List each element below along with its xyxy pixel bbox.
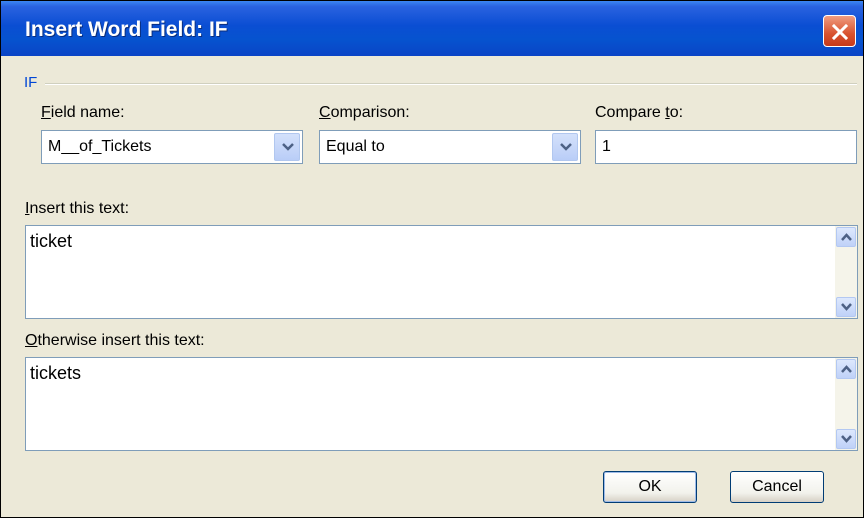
otherwise-text-label: Otherwise insert this text:	[25, 332, 205, 349]
insert-word-field-dialog: Insert Word Field: IF IF Field name: M__…	[0, 0, 864, 518]
otherwise-text-area[interactable]: tickets	[25, 357, 858, 451]
arrow-up-icon	[841, 233, 852, 241]
field-name-value: M__of_Tickets	[48, 138, 152, 155]
insert-text-scroll-down-button[interactable]	[836, 297, 856, 317]
compare-to-label: Compare to:	[595, 104, 684, 121]
insert-text-area[interactable]: ticket	[25, 225, 858, 319]
comparison-combo[interactable]: Equal to	[319, 130, 581, 164]
compare-to-value: 1	[602, 138, 611, 155]
title-bar[interactable]: Insert Word Field: IF	[1, 1, 863, 56]
arrow-down-icon	[841, 435, 852, 443]
insert-text-scrollbar[interactable]	[835, 226, 857, 318]
close-icon	[831, 23, 849, 41]
insert-text-label: Insert this text:	[25, 200, 130, 217]
otherwise-text-scroll-up-button[interactable]	[836, 359, 856, 379]
ok-button[interactable]: OK	[603, 471, 697, 503]
arrow-up-icon	[841, 365, 852, 373]
chevron-down-icon	[282, 143, 294, 151]
comparison-label: Comparison:	[319, 104, 410, 121]
otherwise-text-scrollbar[interactable]	[835, 358, 857, 450]
otherwise-text-value: tickets	[30, 363, 82, 383]
group-divider	[45, 83, 857, 85]
comparison-value: Equal to	[326, 138, 385, 155]
comparison-dropdown-button[interactable]	[552, 133, 578, 161]
group-label-if: IF	[24, 74, 38, 91]
field-name-combo[interactable]: M__of_Tickets	[41, 130, 303, 164]
close-button[interactable]	[823, 15, 856, 47]
chevron-down-icon	[560, 143, 572, 151]
cancel-button[interactable]: Cancel	[730, 471, 824, 503]
dialog-title: Insert Word Field: IF	[25, 18, 228, 41]
otherwise-text-scroll-down-button[interactable]	[836, 429, 856, 449]
insert-text-value: ticket	[30, 231, 73, 251]
arrow-down-icon	[841, 303, 852, 311]
field-name-label: Field name:	[41, 104, 125, 121]
field-name-dropdown-button[interactable]	[274, 133, 300, 161]
compare-to-input[interactable]: 1	[595, 130, 857, 164]
insert-text-scroll-up-button[interactable]	[836, 227, 856, 247]
